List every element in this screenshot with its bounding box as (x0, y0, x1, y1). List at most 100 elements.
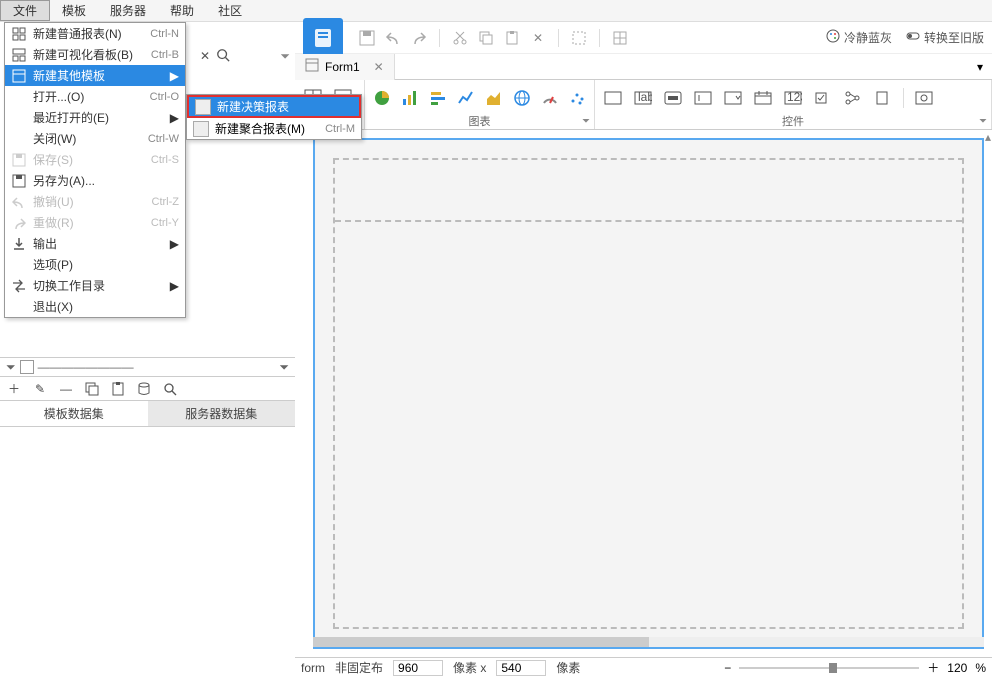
paste-icon[interactable] (502, 28, 522, 48)
tab-form1[interactable]: Form1 ✕ (295, 54, 395, 80)
tab-server-dataset[interactable]: 服务器数据集 (148, 401, 296, 426)
chevron-down-icon[interactable]: ⏷ (979, 116, 987, 127)
globe-icon[interactable] (513, 88, 531, 108)
menu-save-as[interactable]: 另存为(A)... (5, 170, 185, 191)
chevron-down-icon: ⏷ (279, 360, 289, 375)
status-height-input[interactable]: 540 (496, 660, 546, 676)
widget-preview-icon[interactable] (914, 88, 934, 108)
widget-button-icon[interactable] (663, 88, 683, 108)
ribbon-widget-label: 控件 (603, 113, 983, 127)
line-chart-icon[interactable] (457, 88, 475, 108)
submenu-decision-report[interactable]: 新建决策报表 (187, 95, 361, 118)
status-width-input[interactable]: 960 (393, 660, 443, 676)
menu-file[interactable]: 文件 (0, 0, 50, 21)
ribbon-group-chart: 图表 ⏷ (365, 80, 595, 129)
switch-old-button[interactable]: 转换至旧版 (902, 29, 988, 46)
widget-label-icon[interactable]: lab (633, 88, 653, 108)
delete-icon[interactable]: ✕ (528, 28, 548, 48)
chevron-down-icon[interactable]: ⏷ (582, 116, 590, 127)
stacked-bar-icon[interactable] (429, 88, 447, 108)
left-lower-panel: ⏷ ―――――――― ⏷ ＋ ✎ ― 模板数据集 服务器数据集 (0, 357, 295, 427)
menu-exit[interactable]: 退出(X) (5, 296, 185, 317)
submenu-aggregate-report[interactable]: 新建聚合报表(M) Ctrl-M (187, 118, 361, 139)
page-body-area[interactable] (335, 220, 962, 627)
grid-icon (11, 26, 27, 42)
theme-button[interactable]: 冷静蓝灰 (822, 29, 896, 46)
menu-switch-workdir[interactable]: 切换工作目录 ▶ (5, 275, 185, 296)
dataset-toolbar: ＋ ✎ ― (0, 377, 295, 401)
widget-file-icon[interactable] (873, 88, 893, 108)
widget-date-icon[interactable] (753, 88, 773, 108)
tab-template-dataset[interactable]: 模板数据集 (0, 401, 148, 426)
zoom-out-icon[interactable]: − (724, 661, 731, 675)
select-all-icon[interactable] (569, 28, 589, 48)
area-chart-icon[interactable] (485, 88, 503, 108)
database-icon[interactable] (136, 381, 152, 397)
submenu-arrow-icon: ▶ (170, 69, 179, 83)
status-bar: form 非固定布 960 像素 x 540 像素 − ＋ 120% (295, 657, 992, 677)
edit-icon[interactable]: ✎ (32, 381, 48, 397)
template-icon (11, 68, 27, 84)
left-collapsed-row[interactable]: ⏷ ―――――――― ⏷ (0, 357, 295, 377)
chevron-down-icon: ⏷ (6, 360, 16, 375)
copy-icon[interactable] (84, 381, 100, 397)
gauge-icon[interactable] (541, 88, 559, 108)
menu-redo-label: 重做(R) (33, 214, 151, 231)
zoom-slider[interactable] (739, 667, 919, 669)
widget-number-icon[interactable]: 123 (783, 88, 803, 108)
menu-new-report[interactable]: 新建普通报表(N) Ctrl-N (5, 23, 185, 44)
paste-icon[interactable] (110, 381, 126, 397)
undo-icon[interactable] (383, 28, 403, 48)
widget-dropdown-icon[interactable] (723, 88, 743, 108)
menu-export[interactable]: 输出 ▶ (5, 233, 185, 254)
file-dropdown: 新建普通报表(N) Ctrl-N 新建可视化看板(B) Ctrl-B 新建其他模… (4, 22, 186, 318)
design-canvas[interactable] (313, 138, 984, 649)
widget-rect-icon[interactable] (603, 88, 623, 108)
menu-options[interactable]: 选项(P) (5, 254, 185, 275)
scrollbar-thumb[interactable] (313, 637, 649, 647)
menu-open[interactable]: 打开...(O) Ctrl-O (5, 86, 185, 107)
search-icon[interactable] (162, 381, 178, 397)
menu-recent[interactable]: 最近打开的(E) ▶ (5, 107, 185, 128)
zoom-in-icon[interactable]: ＋ (927, 659, 939, 676)
search-icon[interactable] (216, 48, 230, 65)
left-search-row: ✕ ⏷ (200, 46, 290, 66)
menu-new-dashboard[interactable]: 新建可视化看板(B) Ctrl-B (5, 44, 185, 65)
menu-help[interactable]: 帮助 (158, 0, 206, 21)
undo-icon (11, 194, 27, 210)
scatter-icon[interactable] (569, 88, 587, 108)
menu-community[interactable]: 社区 (206, 0, 254, 21)
switch-icon (906, 29, 920, 46)
menu-template[interactable]: 模板 (50, 0, 98, 21)
widget-checkbox-icon[interactable] (813, 88, 833, 108)
grid-icon[interactable] (610, 28, 630, 48)
menu-new-other[interactable]: 新建其他模板 ▶ (5, 65, 185, 86)
palette-icon (826, 29, 840, 46)
menu-open-shortcut: Ctrl-O (150, 91, 179, 103)
menu-server[interactable]: 服务器 (98, 0, 158, 21)
zoom-slider-knob[interactable] (829, 663, 837, 673)
chevron-down-icon[interactable]: ⏷ (280, 49, 290, 64)
widget-tree-icon[interactable] (843, 88, 863, 108)
close-icon[interactable]: ✕ (374, 60, 384, 74)
cut-icon[interactable] (450, 28, 470, 48)
horizontal-scrollbar[interactable] (313, 637, 984, 647)
scroll-up-icon[interactable]: ▴ (985, 130, 991, 144)
menu-close[interactable]: 关闭(W) Ctrl-W (5, 128, 185, 149)
delete-icon[interactable]: ― (58, 381, 74, 397)
copy-icon[interactable] (476, 28, 496, 48)
svg-text:lab: lab (638, 91, 652, 104)
bar-chart-icon[interactable] (401, 88, 419, 108)
pie-chart-icon[interactable] (373, 88, 391, 108)
tab-overflow-icon[interactable]: ▾ (972, 59, 988, 75)
redo-icon[interactable] (409, 28, 429, 48)
add-icon[interactable]: ＋ (6, 381, 22, 397)
close-icon[interactable]: ✕ (200, 49, 210, 63)
page-header-area[interactable] (333, 158, 964, 629)
menu-save-shortcut: Ctrl-S (151, 154, 179, 166)
widget-input-icon[interactable] (693, 88, 713, 108)
save-icon[interactable] (357, 28, 377, 48)
status-px-x-label: 像素 x (453, 659, 486, 676)
submenu-aggregate-report-shortcut: Ctrl-M (325, 123, 355, 135)
vertical-scrollbar[interactable]: ▴ (984, 130, 992, 637)
